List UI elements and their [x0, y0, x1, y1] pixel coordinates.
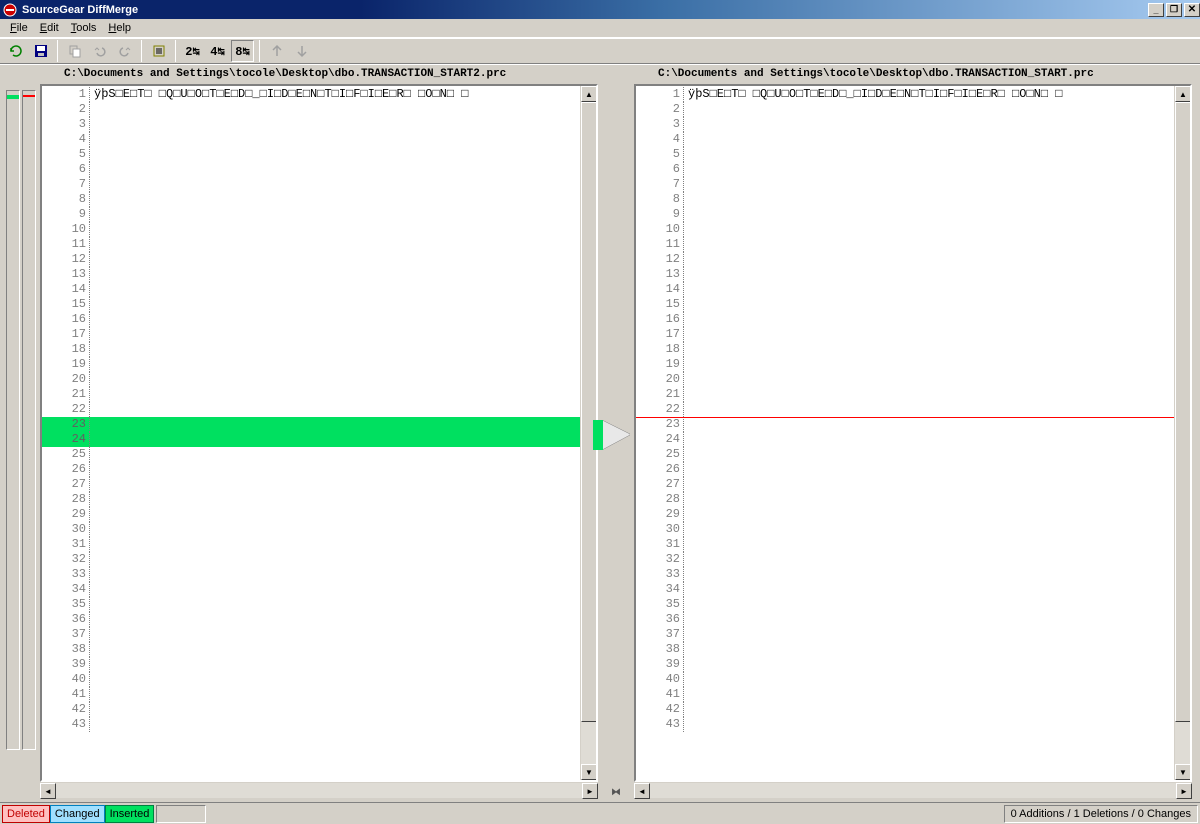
left-hscrollbar[interactable]: ◄ ► — [40, 782, 598, 798]
scroll-left-button[interactable]: ◄ — [634, 783, 650, 799]
undo-button[interactable] — [88, 40, 111, 62]
save-button[interactable] — [29, 40, 52, 62]
scroll-down-button[interactable]: ▼ — [1175, 764, 1191, 780]
view-8way-button[interactable]: 8↹ — [231, 40, 254, 62]
view-4way-button[interactable]: 4↹ — [206, 40, 229, 62]
splitter-icon[interactable]: ⧓ — [611, 787, 621, 798]
scroll-up-button[interactable]: ▲ — [1175, 86, 1191, 102]
overview-left[interactable] — [6, 90, 20, 750]
scroll-left-button[interactable]: ◄ — [40, 783, 56, 799]
diff-handle-icon[interactable] — [593, 420, 603, 450]
next-diff-button[interactable] — [290, 40, 313, 62]
toolbar: 2↹ 4↹ 8↹ — [0, 38, 1200, 64]
titlebar: SourceGear DiffMerge _ ❐ ✕ — [0, 0, 1200, 19]
right-panel: C:\Documents and Settings\tocole\Desktop… — [630, 68, 1196, 798]
minimize-button[interactable]: _ — [1148, 3, 1164, 17]
right-hscrollbar[interactable]: ◄ ► — [634, 782, 1192, 798]
toolbar-separator — [141, 40, 142, 62]
left-file-path: C:\Documents and Settings\tocole\Desktop… — [40, 68, 598, 84]
overview-right-panel — [22, 90, 36, 802]
menu-edit[interactable]: Edit — [34, 20, 65, 36]
copy-button[interactable] — [63, 40, 86, 62]
refresh-button[interactable] — [4, 40, 27, 62]
scroll-thumb[interactable] — [581, 102, 597, 722]
view-2way-button[interactable]: 2↹ — [181, 40, 204, 62]
toolbar-separator — [259, 40, 260, 62]
menubar: File Edit Tools Help — [0, 19, 1200, 38]
left-code[interactable]: ÿþS□E□T□ □Q□U□O□T□E□D□_□I□D□E□N□T□I□F□I□… — [90, 86, 580, 780]
legend-deleted: Deleted — [2, 805, 50, 823]
scroll-down-button[interactable]: ▼ — [581, 764, 597, 780]
app-icon — [2, 2, 18, 18]
legend-changed: Changed — [50, 805, 105, 823]
statusbar: Deleted Changed Inserted 0 Additions / 1… — [0, 802, 1200, 824]
overview-delete-mark — [23, 95, 35, 97]
options-button[interactable] — [147, 40, 170, 62]
prev-diff-button[interactable] — [265, 40, 288, 62]
scroll-right-button[interactable]: ► — [1176, 783, 1192, 799]
toolbar-separator — [57, 40, 58, 62]
left-gutter: 1234567891011121314151617181920212223242… — [42, 86, 90, 780]
maximize-button[interactable]: ❐ — [1166, 3, 1182, 17]
right-gutter: 1234567891011121314151617181920212223242… — [636, 86, 684, 780]
status-summary: 0 Additions / 1 Deletions / 0 Changes — [1004, 805, 1198, 823]
diff-connector — [602, 420, 630, 453]
window-title: SourceGear DiffMerge — [22, 4, 1146, 16]
status-empty-cell — [156, 805, 206, 823]
work-area: C:\Documents and Settings\tocole\Desktop… — [0, 64, 1200, 802]
left-panel: C:\Documents and Settings\tocole\Desktop… — [36, 68, 602, 798]
menu-file[interactable]: File — [4, 20, 34, 36]
redo-button[interactable] — [113, 40, 136, 62]
scroll-track[interactable] — [56, 783, 582, 798]
overview-right[interactable] — [22, 90, 36, 750]
legend-inserted: Inserted — [105, 805, 155, 823]
scroll-up-button[interactable]: ▲ — [581, 86, 597, 102]
toolbar-separator — [175, 40, 176, 62]
scroll-thumb[interactable] — [1175, 102, 1191, 722]
scroll-track[interactable] — [650, 783, 1176, 798]
left-codebox: 1234567891011121314151617181920212223242… — [40, 84, 598, 782]
overview-insert-mark — [7, 95, 19, 99]
right-vscrollbar[interactable]: ▲ ▼ — [1174, 86, 1190, 780]
menu-help[interactable]: Help — [102, 20, 137, 36]
center-strip: ⧓ — [602, 68, 630, 798]
scroll-right-button[interactable]: ► — [582, 783, 598, 799]
right-codebox: 1234567891011121314151617181920212223242… — [634, 84, 1192, 782]
diff-connector-area: ⧓ — [602, 90, 630, 798]
menu-tools[interactable]: Tools — [65, 20, 103, 36]
right-code[interactable]: ÿþS□E□T□ □Q□U□O□T□E□D□_□I□D□E□N□T□I□F□I□… — [684, 86, 1174, 780]
window-buttons: _ ❐ ✕ — [1146, 3, 1200, 17]
right-file-path: C:\Documents and Settings\tocole\Desktop… — [634, 68, 1192, 84]
close-button[interactable]: ✕ — [1184, 3, 1200, 17]
overview-left-panel — [6, 90, 20, 802]
